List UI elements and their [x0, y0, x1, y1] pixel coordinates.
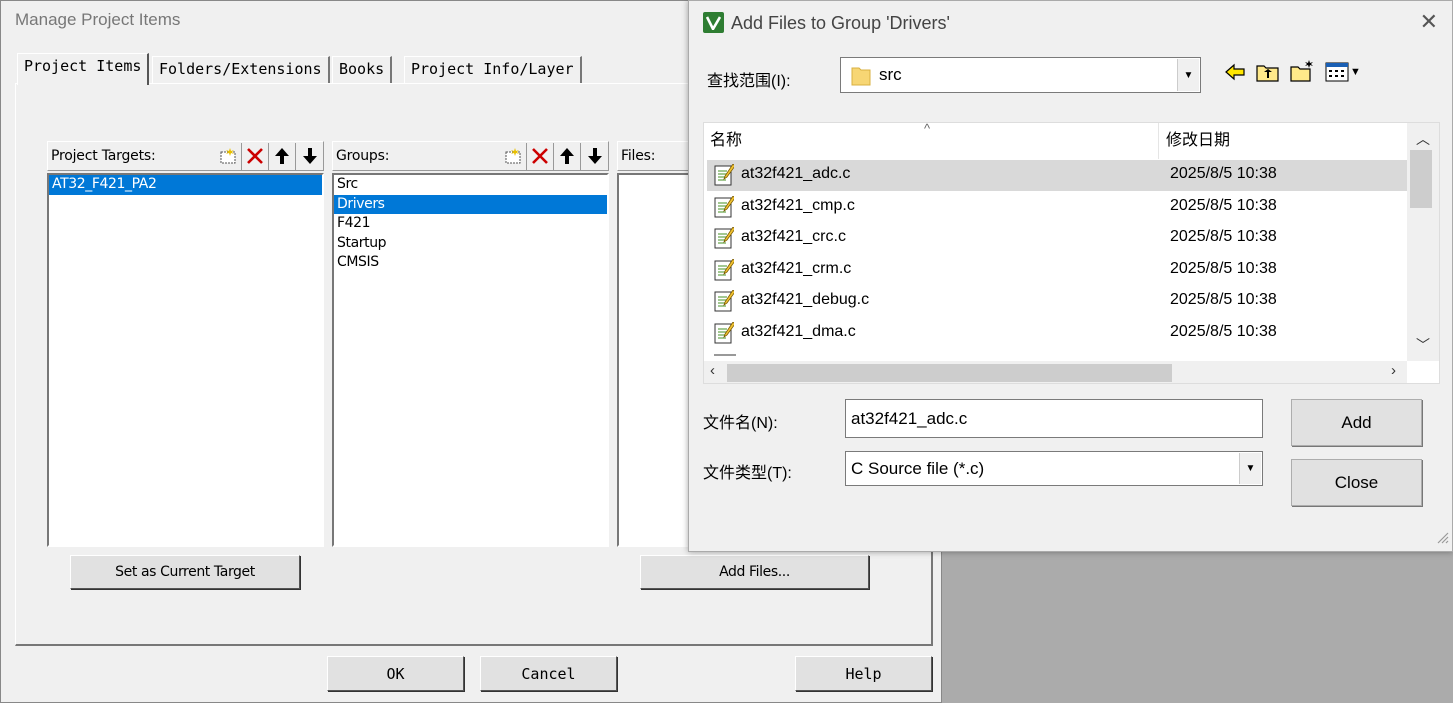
help-button[interactable]: Help	[795, 656, 932, 691]
add-button[interactable]: Add	[1291, 399, 1422, 446]
file-row[interactable]: at32f421_crc.c 2025/8/5 10:38	[707, 223, 1409, 254]
file-row[interactable]: at32f421_dma.c 2025/8/5 10:38	[707, 318, 1409, 349]
view-menu-icon[interactable]: ▼	[1325, 62, 1361, 82]
groups-list[interactable]: Src Drivers F421 Startup CMSIS	[332, 173, 609, 547]
filename-label: 文件名(N):	[703, 415, 778, 432]
tab-folders-extensions[interactable]: Folders/Extensions	[152, 56, 330, 83]
filetype-dropdown-icon[interactable]: ▼	[1239, 453, 1261, 484]
delete-group-icon[interactable]	[527, 142, 554, 170]
c-file-icon	[714, 226, 736, 249]
look-in-value: src	[879, 65, 902, 84]
uvision-logo-icon	[703, 12, 724, 33]
filename-value: at32f421_adc.c	[851, 408, 968, 428]
tab-books[interactable]: Books	[332, 56, 393, 83]
file-date: 2025/8/5 10:38	[1170, 291, 1277, 308]
filetype-label: 文件类型(T):	[703, 465, 792, 482]
targets-label: Project Targets:	[51, 148, 156, 164]
tab-project-info-layer[interactable]: Project Info/Layer	[404, 56, 582, 83]
file-row[interactable]: at32f421_debug.c 2025/8/5 10:38	[707, 286, 1409, 317]
new-folder-icon[interactable]	[1290, 59, 1316, 87]
filename-input[interactable]: at32f421_adc.c	[845, 399, 1263, 438]
c-file-icon	[714, 163, 736, 186]
vertical-scroll-thumb[interactable]	[1410, 150, 1432, 208]
file-list[interactable]: 名称 ^ 修改日期 at32f421_adc.c 2025/8/5 10:38 at…	[703, 122, 1440, 384]
file-row[interactable]: at32f421_cmp.c 2025/8/5 10:38	[707, 192, 1409, 223]
close-button[interactable]: Close	[1291, 459, 1422, 506]
groups-label: Groups:	[336, 148, 390, 164]
c-file-icon	[714, 289, 736, 312]
horizontal-scroll-thumb[interactable]	[727, 364, 1172, 382]
file-date: 2025/8/5 10:38	[1170, 196, 1277, 214]
group-item-startup[interactable]: Startup	[334, 234, 607, 254]
file-date: 2025/8/5 10:38	[1170, 322, 1277, 340]
dialog-title: Add Files to Group 'Drivers'	[731, 13, 950, 33]
targets-header: Project Targets:	[47, 141, 324, 171]
up-folder-icon[interactable]	[1256, 61, 1280, 87]
cancel-button[interactable]: Cancel	[480, 656, 617, 691]
column-header-name[interactable]: 名称	[704, 123, 1159, 159]
new-item-icon[interactable]	[215, 142, 242, 170]
file-name: at32f421_adc.c	[741, 165, 851, 182]
file-name: at32f421_dma.c	[741, 322, 856, 340]
groups-header: Groups:	[332, 141, 609, 171]
c-file-icon	[714, 320, 736, 344]
file-name: at32f421_debug.c	[741, 291, 870, 308]
file-name: at32f421_crc.c	[741, 228, 846, 245]
group-item-f421[interactable]: F421	[334, 214, 607, 234]
add-files-dialog: Add Files to Group 'Drivers' ✕ 查找范围(I): …	[688, 0, 1453, 552]
horizontal-scrollbar[interactable]: ‹ ›	[704, 361, 1407, 383]
group-move-up-icon[interactable]	[554, 142, 581, 170]
new-group-icon[interactable]	[500, 142, 527, 170]
file-name: at32f421_crm.c	[741, 259, 852, 277]
scroll-right-icon[interactable]: ›	[1391, 362, 1396, 379]
file-date: 2025/8/5 10:38	[1170, 228, 1277, 245]
group-move-down-icon[interactable]	[581, 143, 608, 170]
ok-button[interactable]: OK	[327, 656, 464, 691]
look-in-dropdown-icon[interactable]: ▼	[1177, 59, 1199, 91]
move-down-icon[interactable]	[296, 143, 323, 170]
scroll-down-icon[interactable]: ﹀	[1416, 335, 1430, 355]
group-item-src[interactable]: Src	[334, 175, 607, 195]
look-in-label: 查找范围(I):	[707, 73, 791, 90]
file-date: 2025/8/5 10:38	[1170, 259, 1277, 277]
delete-icon[interactable]	[242, 142, 269, 170]
add-files-button[interactable]: Add Files...	[640, 555, 869, 589]
back-icon[interactable]	[1224, 61, 1246, 87]
look-in-combo[interactable]: src ▼	[840, 57, 1201, 93]
filetype-combo[interactable]: C Source file (*.c) ▼	[845, 451, 1263, 486]
file-date: 2025/8/5 10:38	[1170, 165, 1277, 182]
close-icon[interactable]: ✕	[1420, 9, 1438, 35]
c-file-icon	[714, 194, 736, 218]
set-current-target-button[interactable]: Set as Current Target	[70, 555, 300, 589]
c-file-icon	[714, 257, 736, 281]
move-up-icon[interactable]	[269, 142, 296, 170]
folder-icon	[851, 67, 871, 86]
group-item-drivers[interactable]: Drivers	[334, 194, 607, 214]
file-row[interactable]: at32f421_adc.c 2025/8/5 10:38	[707, 160, 1409, 191]
vertical-scrollbar[interactable]: ︿ ﹀	[1407, 123, 1439, 361]
file-name: at32f421_cmp.c	[741, 196, 855, 214]
column-header-date[interactable]: 修改日期	[1160, 123, 1420, 159]
resize-grip-icon[interactable]	[1435, 530, 1449, 548]
filetype-value: C Source file (*.c)	[851, 458, 985, 478]
scroll-left-icon[interactable]: ‹	[710, 362, 715, 379]
scroll-up-icon[interactable]: ︿	[1416, 129, 1430, 149]
group-item-cmsis[interactable]: CMSIS	[334, 253, 607, 273]
sort-arrow-icon: ^	[924, 122, 931, 136]
tab-project-items[interactable]: Project Items	[17, 53, 150, 85]
targets-list[interactable]: AT32_F421_PA2	[47, 173, 324, 547]
file-row[interactable]: at32f421_crm.c 2025/8/5 10:38	[707, 255, 1409, 286]
window-title: Manage Project Items	[15, 10, 181, 29]
target-item[interactable]: AT32_F421_PA2	[49, 175, 322, 195]
